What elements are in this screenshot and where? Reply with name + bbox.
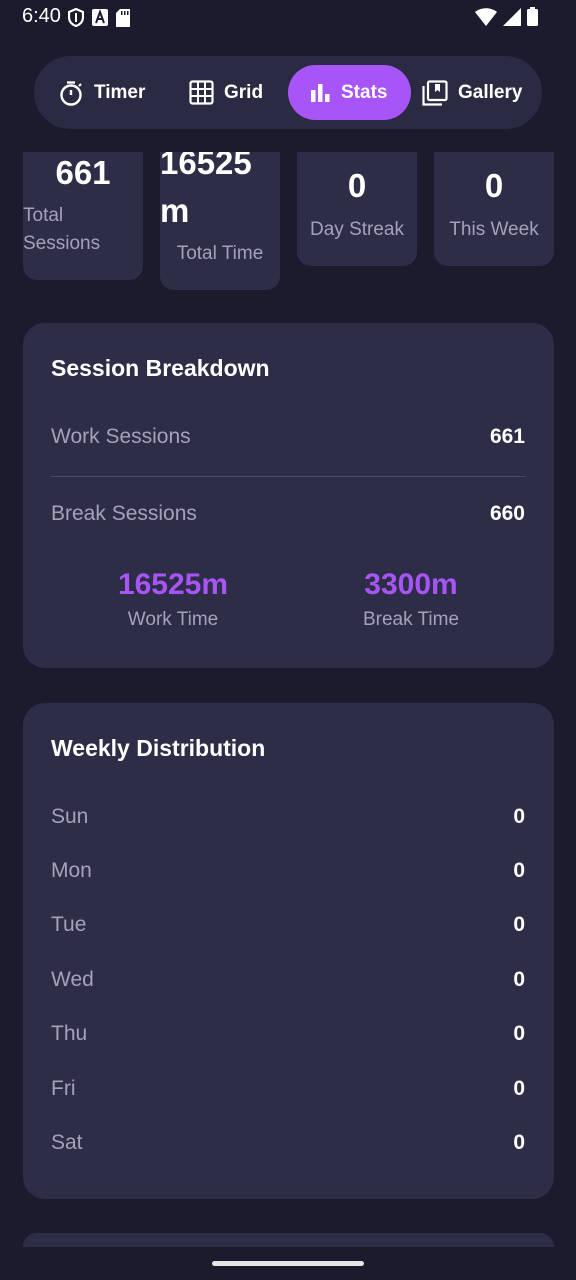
this-week-card: 0 This Week <box>434 152 554 266</box>
status-time: 6:40 <box>22 5 61 27</box>
day-value-fri: 0 <box>513 1077 525 1100</box>
tab-timer[interactable]: Timer <box>58 65 183 120</box>
work-sessions-label: Work Sessions <box>51 425 191 448</box>
status-bar: 6:40 <box>0 0 576 34</box>
total-sessions-label-line1: Total <box>23 205 64 226</box>
weekly-distribution-panel: Weekly Distribution Sun 0 Mon 0 Tue 0 We… <box>23 703 554 1199</box>
day-value-thu: 0 <box>513 1022 525 1045</box>
gallery-icon <box>422 79 448 106</box>
signal-icon <box>503 7 521 31</box>
tab-stats[interactable]: Stats <box>288 65 411 120</box>
breakdown-divider <box>51 476 526 477</box>
session-breakdown-title: Session Breakdown <box>51 355 270 381</box>
status-right-icons <box>475 7 538 31</box>
total-time-value-line1: 16525 <box>160 152 252 181</box>
day-label-thu: Thu <box>51 1022 88 1045</box>
total-sessions-label-line2: Sessions <box>23 233 101 254</box>
break-time-label: Break Time <box>362 609 460 630</box>
home-indicator[interactable] <box>212 1261 364 1266</box>
day-value-tue: 0 <box>513 913 525 936</box>
break-sessions-label: Break Sessions <box>51 502 197 525</box>
tab-grid-label: Grid <box>224 81 264 103</box>
total-time-label: Total Time <box>176 243 264 264</box>
work-time-stat: 16525m Work Time <box>73 567 273 631</box>
day-label-sat: Sat <box>51 1131 83 1154</box>
weekly-distribution-title: Weekly Distribution <box>51 735 266 761</box>
sd-card-icon <box>116 8 130 32</box>
battery-icon <box>527 7 538 31</box>
shield-icon <box>67 7 85 32</box>
day-label-fri: Fri <box>51 1077 76 1100</box>
day-streak-value: 0 <box>347 167 367 204</box>
work-time-value: 16525m <box>117 568 229 601</box>
next-panel-partial <box>23 1233 554 1247</box>
top-navigation: Timer Grid Stats Gallery <box>34 56 542 129</box>
day-streak-card: 0 Day Streak <box>297 152 417 266</box>
total-time-card: 16525 m Total Time <box>160 152 280 290</box>
day-label-wed: Wed <box>51 968 94 991</box>
break-sessions-value: 660 <box>489 502 525 525</box>
day-streak-label: Day Streak <box>310 219 404 240</box>
day-label-tue: Tue <box>51 913 87 936</box>
total-sessions-value: 661 <box>55 154 111 191</box>
day-value-wed: 0 <box>513 968 525 991</box>
this-week-value: 0 <box>484 167 504 204</box>
bar-chart-icon <box>309 82 331 104</box>
day-value-mon: 0 <box>513 859 525 882</box>
status-left-icons <box>67 7 130 32</box>
break-time-value: 3300m <box>364 568 458 601</box>
session-breakdown-panel: Session Breakdown Work Sessions 661 Brea… <box>23 323 554 668</box>
total-time-value-line2: m <box>160 192 190 229</box>
tab-gallery-label: Gallery <box>458 81 523 103</box>
tab-grid[interactable]: Grid <box>189 65 289 120</box>
day-value-sat: 0 <box>513 1131 525 1154</box>
wifi-icon <box>475 7 497 31</box>
break-time-stat: 3300m Break Time <box>311 567 511 631</box>
this-week-label: This Week <box>449 219 539 240</box>
timer-icon <box>58 80 84 106</box>
tab-gallery[interactable]: Gallery <box>422 65 534 120</box>
text-a-icon <box>92 9 108 31</box>
total-sessions-card: 661 Total Sessions <box>23 152 143 280</box>
day-label-mon: Mon <box>51 859 92 882</box>
grid-icon <box>189 80 214 105</box>
work-time-label: Work Time <box>127 609 219 630</box>
day-value-sun: 0 <box>513 805 525 828</box>
tab-stats-label: Stats <box>341 81 388 103</box>
day-label-sun: Sun <box>51 805 89 828</box>
tab-timer-label: Timer <box>94 81 146 103</box>
work-sessions-value: 661 <box>489 425 525 448</box>
